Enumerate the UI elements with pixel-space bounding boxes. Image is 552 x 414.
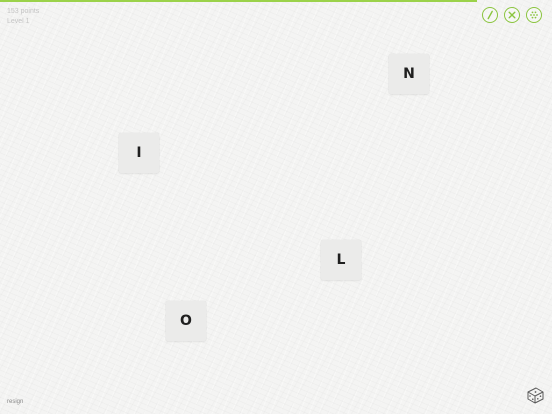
check-icon [487,10,493,20]
submit-word-button[interactable] [482,7,498,23]
resign-link[interactable]: resign [7,398,23,406]
close-icon [508,11,516,19]
letter-tile-l[interactable]: L [321,240,361,280]
score-label: 153 points [7,8,40,15]
level-progress-bar [0,0,552,3]
dice-icon [527,387,544,404]
letter-tile-n[interactable]: N [389,54,429,94]
shuffle-tiles-button[interactable] [526,7,542,23]
level-progress-fill [0,0,477,2]
letter-tile-o[interactable]: O [166,301,206,341]
letter-tile-i[interactable]: I [119,133,159,173]
shuffle-dots-icon [530,11,538,19]
clear-word-button[interactable] [504,7,520,23]
level-label: Level 1 [7,18,30,25]
dice-button[interactable] [525,385,545,405]
